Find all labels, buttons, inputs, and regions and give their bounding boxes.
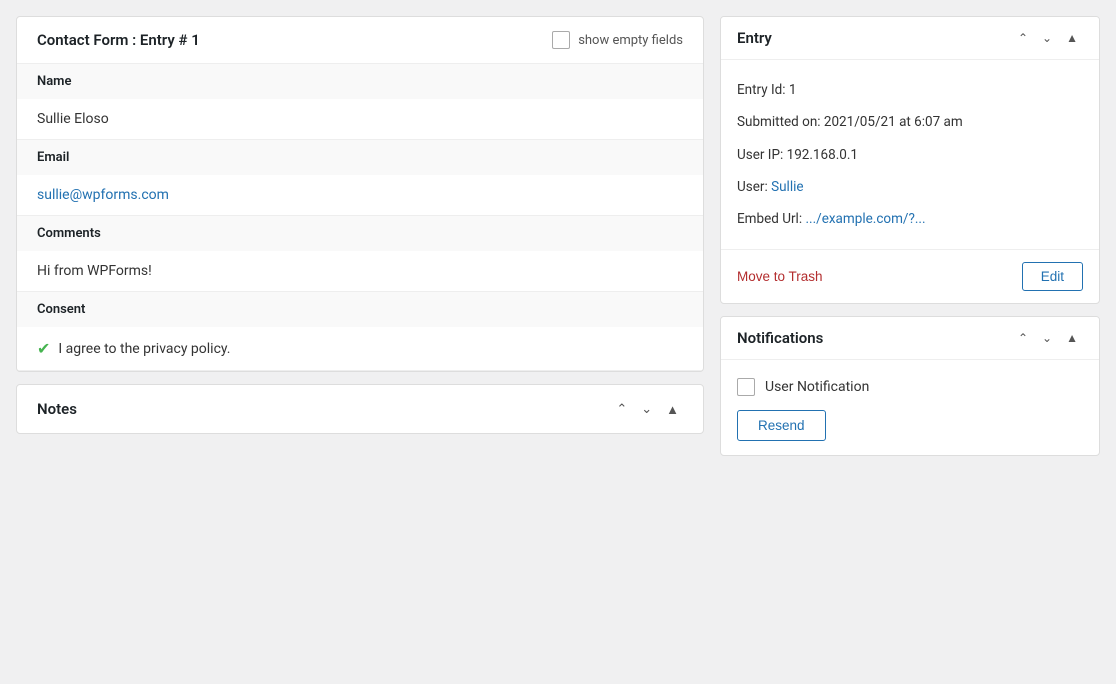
notifications-panel-up-button[interactable]: ⌃: [1013, 329, 1033, 347]
notes-sort-arrow-button[interactable]: ▲: [662, 399, 683, 419]
entry-card: Contact Form : Entry # 1 show empty fiel…: [16, 16, 704, 372]
notes-sort-controls: ⌃ ⌄ ▲: [612, 399, 683, 419]
entry-panel-up-button[interactable]: ⌃: [1013, 29, 1033, 47]
show-empty-fields-label: show empty fields: [578, 33, 683, 48]
entry-panel-controls: ⌃ ⌄ ▲: [1013, 29, 1083, 47]
right-column: Entry ⌃ ⌄ ▲ Entry Id: 1 Submitted on: 20…: [720, 16, 1100, 668]
entry-submitted-row: Submitted on: 2021/05/21 at 6:07 am: [737, 106, 1083, 138]
field-name-section: Name Sullie Eloso: [17, 64, 703, 140]
notes-sort-down-button[interactable]: ⌄: [637, 399, 656, 419]
entry-user-row: User: Sullie: [737, 171, 1083, 203]
notes-card: Notes ⌃ ⌄ ▲: [16, 384, 704, 434]
entry-panel-title: Entry: [737, 29, 772, 47]
field-email-value: sullie@wpforms.com: [17, 175, 703, 215]
notes-title: Notes: [37, 400, 77, 418]
email-link[interactable]: sullie@wpforms.com: [37, 187, 169, 203]
consent-text: I agree to the privacy policy.: [58, 341, 230, 357]
user-notification-checkbox[interactable]: [737, 378, 755, 396]
entry-panel-down-button[interactable]: ⌄: [1037, 29, 1057, 47]
entry-panel-body: Entry Id: 1 Submitted on: 2021/05/21 at …: [721, 60, 1099, 249]
notifications-panel-body: User Notification Resend: [721, 360, 1099, 455]
show-empty-fields-container: show empty fields: [552, 31, 683, 49]
entry-user-label: User:: [737, 179, 771, 195]
entry-panel-arrow-button[interactable]: ▲: [1061, 29, 1083, 47]
notes-sort-up-button[interactable]: ⌃: [612, 399, 631, 419]
notifications-panel-arrow-button[interactable]: ▲: [1061, 329, 1083, 347]
consent-checkmark-icon: ✔: [37, 339, 50, 358]
notes-header: Notes ⌃ ⌄ ▲: [17, 385, 703, 433]
field-name-label: Name: [17, 64, 703, 99]
field-comments-value: Hi from WPForms!: [17, 251, 703, 291]
user-notification-label: User Notification: [765, 379, 869, 395]
show-empty-fields-checkbox[interactable]: [552, 31, 570, 49]
entry-embed-label: Embed Url:: [737, 211, 805, 227]
entry-ip-row: User IP: 192.168.0.1: [737, 139, 1083, 171]
resend-button[interactable]: Resend: [737, 410, 826, 441]
notifications-panel-down-button[interactable]: ⌄: [1037, 329, 1057, 347]
field-email-label: Email: [17, 140, 703, 175]
entry-user-link[interactable]: Sullie: [771, 179, 803, 195]
field-name-value: Sullie Eloso: [17, 99, 703, 139]
move-to-trash-button[interactable]: Move to Trash: [737, 269, 823, 284]
field-consent-label: Consent: [17, 292, 703, 327]
entry-id-row: Entry Id: 1: [737, 74, 1083, 106]
field-email-section: Email sullie@wpforms.com: [17, 140, 703, 216]
entry-actions: Move to Trash Edit: [721, 249, 1099, 303]
entry-panel-header: Entry ⌃ ⌄ ▲: [721, 17, 1099, 60]
field-comments-label: Comments: [17, 216, 703, 251]
user-notification-row: User Notification: [737, 374, 1083, 410]
entry-embed-link[interactable]: .../example.com/?...: [805, 211, 925, 227]
notifications-panel: Notifications ⌃ ⌄ ▲ User Notification Re…: [720, 316, 1100, 456]
entry-title: Contact Form : Entry # 1: [37, 31, 200, 49]
notifications-panel-header: Notifications ⌃ ⌄ ▲: [721, 317, 1099, 360]
edit-button[interactable]: Edit: [1022, 262, 1083, 291]
entry-embed-row: Embed Url: .../example.com/?...: [737, 203, 1083, 235]
field-consent-value: ✔ I agree to the privacy policy.: [17, 327, 703, 370]
field-consent-section: Consent ✔ I agree to the privacy policy.: [17, 292, 703, 371]
left-column: Contact Form : Entry # 1 show empty fiel…: [16, 16, 704, 668]
entry-header: Contact Form : Entry # 1 show empty fiel…: [17, 17, 703, 64]
notifications-panel-controls: ⌃ ⌄ ▲: [1013, 329, 1083, 347]
notifications-panel-title: Notifications: [737, 329, 823, 347]
entry-panel: Entry ⌃ ⌄ ▲ Entry Id: 1 Submitted on: 20…: [720, 16, 1100, 304]
field-comments-section: Comments Hi from WPForms!: [17, 216, 703, 292]
